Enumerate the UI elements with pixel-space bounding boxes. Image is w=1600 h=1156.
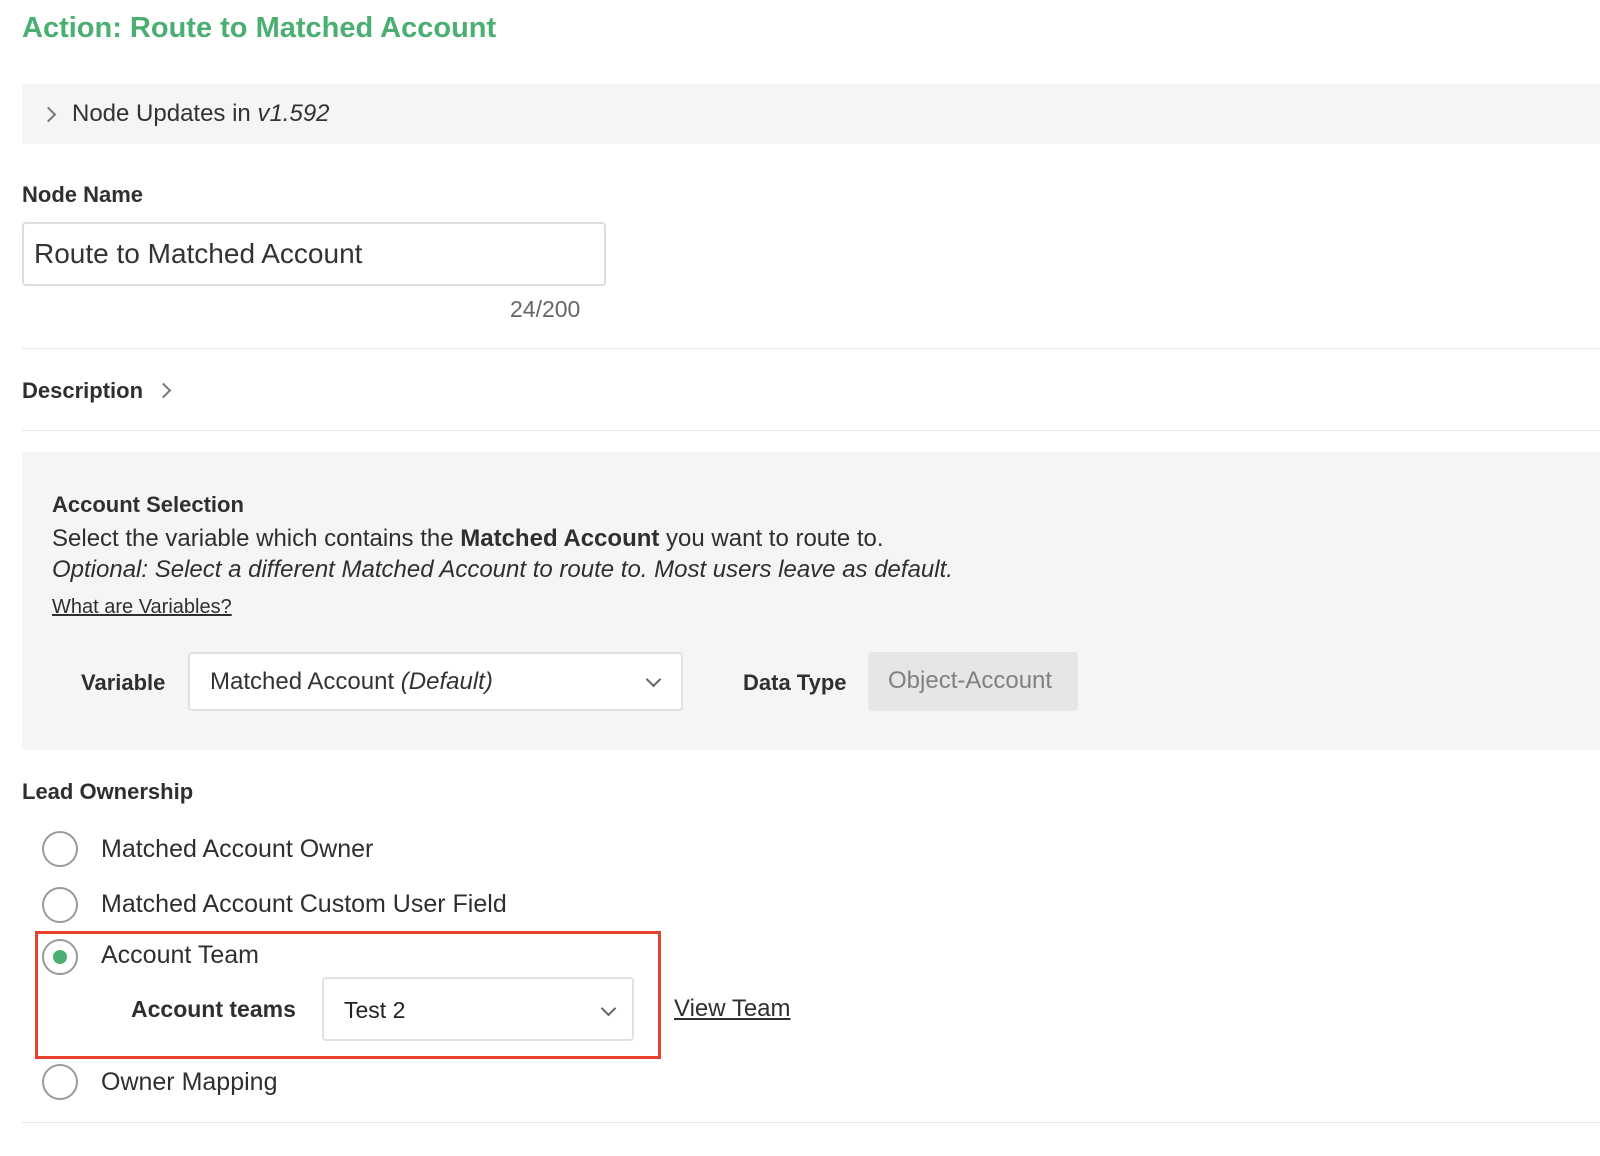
lead-ownership-heading: Lead Ownership	[22, 779, 194, 804]
node-name-input[interactable]	[22, 222, 606, 286]
chevron-right-icon	[40, 106, 57, 123]
radio-label: Matched Account Custom User Field	[101, 890, 507, 918]
node-updates-text: Node Updates in	[72, 100, 251, 127]
node-updates-version: v1.592	[257, 100, 330, 127]
view-team-link[interactable]: View Team	[674, 995, 791, 1023]
radio-matched-account-owner[interactable]	[42, 831, 78, 867]
highlight-annotation	[35, 931, 661, 1059]
node-updates-label: Node Updates in v1.592	[72, 100, 330, 128]
radio-label: Matched Account Owner	[101, 835, 374, 863]
description-text: you want to route to.	[666, 525, 884, 552]
variable-value: Matched Account	[210, 668, 395, 695]
chevron-right-icon	[155, 382, 172, 399]
description-text: Select the variable which contains the	[52, 525, 454, 552]
what-are-variables-link[interactable]: What are Variables?	[52, 596, 232, 619]
account-selection-optional: Optional: Select a different Matched Acc…	[52, 556, 953, 583]
variable-select-value: Matched Account (Default)	[210, 668, 493, 696]
radio-owner-mapping[interactable]	[42, 1064, 78, 1100]
page-title: Action: Route to Matched Account	[22, 12, 497, 44]
radio-matched-account-custom-user-field[interactable]	[42, 887, 78, 923]
node-name-label: Node Name	[22, 182, 144, 207]
node-name-counter: 24/200	[510, 296, 581, 322]
divider	[22, 348, 1600, 349]
data-type-label: Data Type	[743, 670, 847, 695]
node-updates-toggle[interactable]: Node Updates in v1.592	[22, 84, 1600, 144]
radio-label: Owner Mapping	[101, 1068, 278, 1096]
divider	[22, 1122, 1600, 1123]
account-selection-description: Select the variable which contains the M…	[52, 525, 884, 553]
variable-default: (Default)	[400, 668, 493, 695]
divider	[22, 430, 1600, 431]
description-toggle[interactable]: Description	[22, 378, 143, 404]
variable-select[interactable]: Matched Account (Default)	[188, 652, 683, 711]
variable-label: Variable	[81, 670, 166, 695]
chevron-down-icon	[645, 671, 662, 688]
description-bold: Matched Account	[460, 525, 660, 552]
data-type-value: Object-Account	[888, 667, 1053, 694]
data-type-field: Object-Account	[868, 652, 1078, 711]
account-selection-heading: Account Selection	[52, 492, 244, 517]
